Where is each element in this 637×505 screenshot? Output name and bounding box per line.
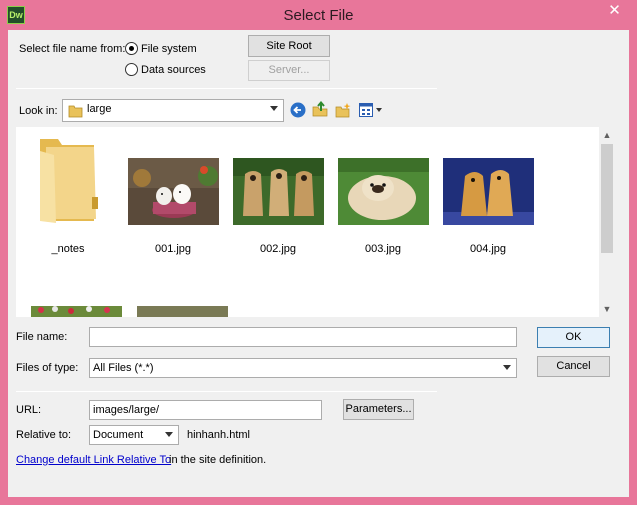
file-name: 002.jpg [259, 243, 297, 255]
chevron-down-icon [165, 432, 173, 437]
dog-photo-thumbnail [128, 158, 219, 225]
scroll-down-icon[interactable]: ▼ [599, 301, 615, 317]
parameters-button[interactable]: Parameters... [343, 399, 414, 420]
file-name: 004.jpg [469, 243, 507, 255]
select-file-dialog: Dw Select File ✕ Select file name from: … [0, 0, 637, 505]
chevron-down-icon [270, 106, 278, 111]
server-button[interactable]: Server... [248, 60, 330, 81]
file-name: 001.jpg [154, 243, 192, 255]
scroll-up-icon[interactable]: ▲ [599, 127, 615, 143]
cancel-button[interactable]: Cancel [537, 356, 610, 377]
flower-photo-thumbnail[interactable] [31, 306, 122, 317]
url-value: images/large/ [93, 404, 160, 416]
footer-text: in the site definition. [169, 454, 267, 466]
file-name: _notes [51, 243, 85, 255]
photo-thumbnail[interactable] [137, 306, 228, 317]
look-in-dropdown[interactable]: large [62, 99, 284, 122]
chevron-down-icon [503, 365, 511, 370]
files-of-type-value: All Files (*.*) [93, 362, 154, 374]
file-item-thumbnail[interactable]: 001.jpg [123, 133, 223, 255]
folder-icon [68, 105, 83, 118]
dog-photo-thumbnail [443, 158, 534, 225]
file-system-radio[interactable] [125, 42, 138, 55]
new-folder-icon[interactable] [335, 102, 351, 118]
site-root-button[interactable]: Site Root [248, 35, 330, 57]
folder-icon [40, 139, 98, 223]
back-icon[interactable] [290, 102, 306, 118]
dog-photo-thumbnail [233, 158, 324, 225]
close-button[interactable]: ✕ [600, 0, 629, 22]
close-icon: ✕ [608, 2, 621, 19]
data-sources-radio[interactable] [125, 63, 138, 76]
file-system-label[interactable]: File system [141, 43, 197, 55]
url-input[interactable]: images/large/ [89, 400, 322, 420]
files-of-type-dropdown[interactable]: All Files (*.*) [89, 358, 517, 378]
scrollbar-thumb[interactable] [601, 144, 613, 253]
title-bar[interactable]: Dw Select File ✕ [0, 0, 637, 30]
file-item-notes-folder[interactable]: _notes [18, 133, 118, 255]
look-in-label: Look in: [19, 105, 58, 117]
url-label: URL: [16, 404, 42, 416]
file-name: 003.jpg [364, 243, 402, 255]
relative-to-dropdown[interactable]: Document [89, 425, 179, 445]
dialog-title: Select File [283, 7, 354, 24]
ok-button[interactable]: OK [537, 327, 610, 348]
relative-to-value: Document [93, 429, 144, 441]
relative-document-name: hinhanh.html [187, 429, 250, 441]
file-name-input[interactable] [89, 327, 517, 347]
dog-photo-thumbnail [338, 158, 429, 225]
files-of-type-label: Files of type: [16, 362, 79, 374]
file-item-thumbnail[interactable]: 002.jpg [228, 133, 328, 255]
change-link-relative-link[interactable]: Change default Link Relative To [16, 454, 171, 466]
dialog-body: Select file name from: File system Data … [8, 30, 629, 497]
up-folder-icon[interactable] [312, 101, 328, 117]
separator [16, 391, 437, 392]
select-from-label: Select file name from: [19, 43, 126, 55]
file-list[interactable]: _notes 001.jpg 002.jpg 003.jpg 004.jpg [16, 127, 615, 317]
file-item-thumbnail[interactable]: 004.jpg [438, 133, 538, 255]
data-sources-label[interactable]: Data sources [141, 64, 206, 76]
separator [16, 88, 437, 89]
file-item-thumbnail[interactable]: 003.jpg [333, 133, 433, 255]
relative-to-label: Relative to: [16, 429, 72, 441]
look-in-value: large [87, 103, 112, 115]
view-menu-icon[interactable] [359, 103, 385, 117]
file-list-scrollbar[interactable]: ▲ ▼ [599, 127, 615, 317]
file-name-label: File name: [16, 331, 68, 343]
